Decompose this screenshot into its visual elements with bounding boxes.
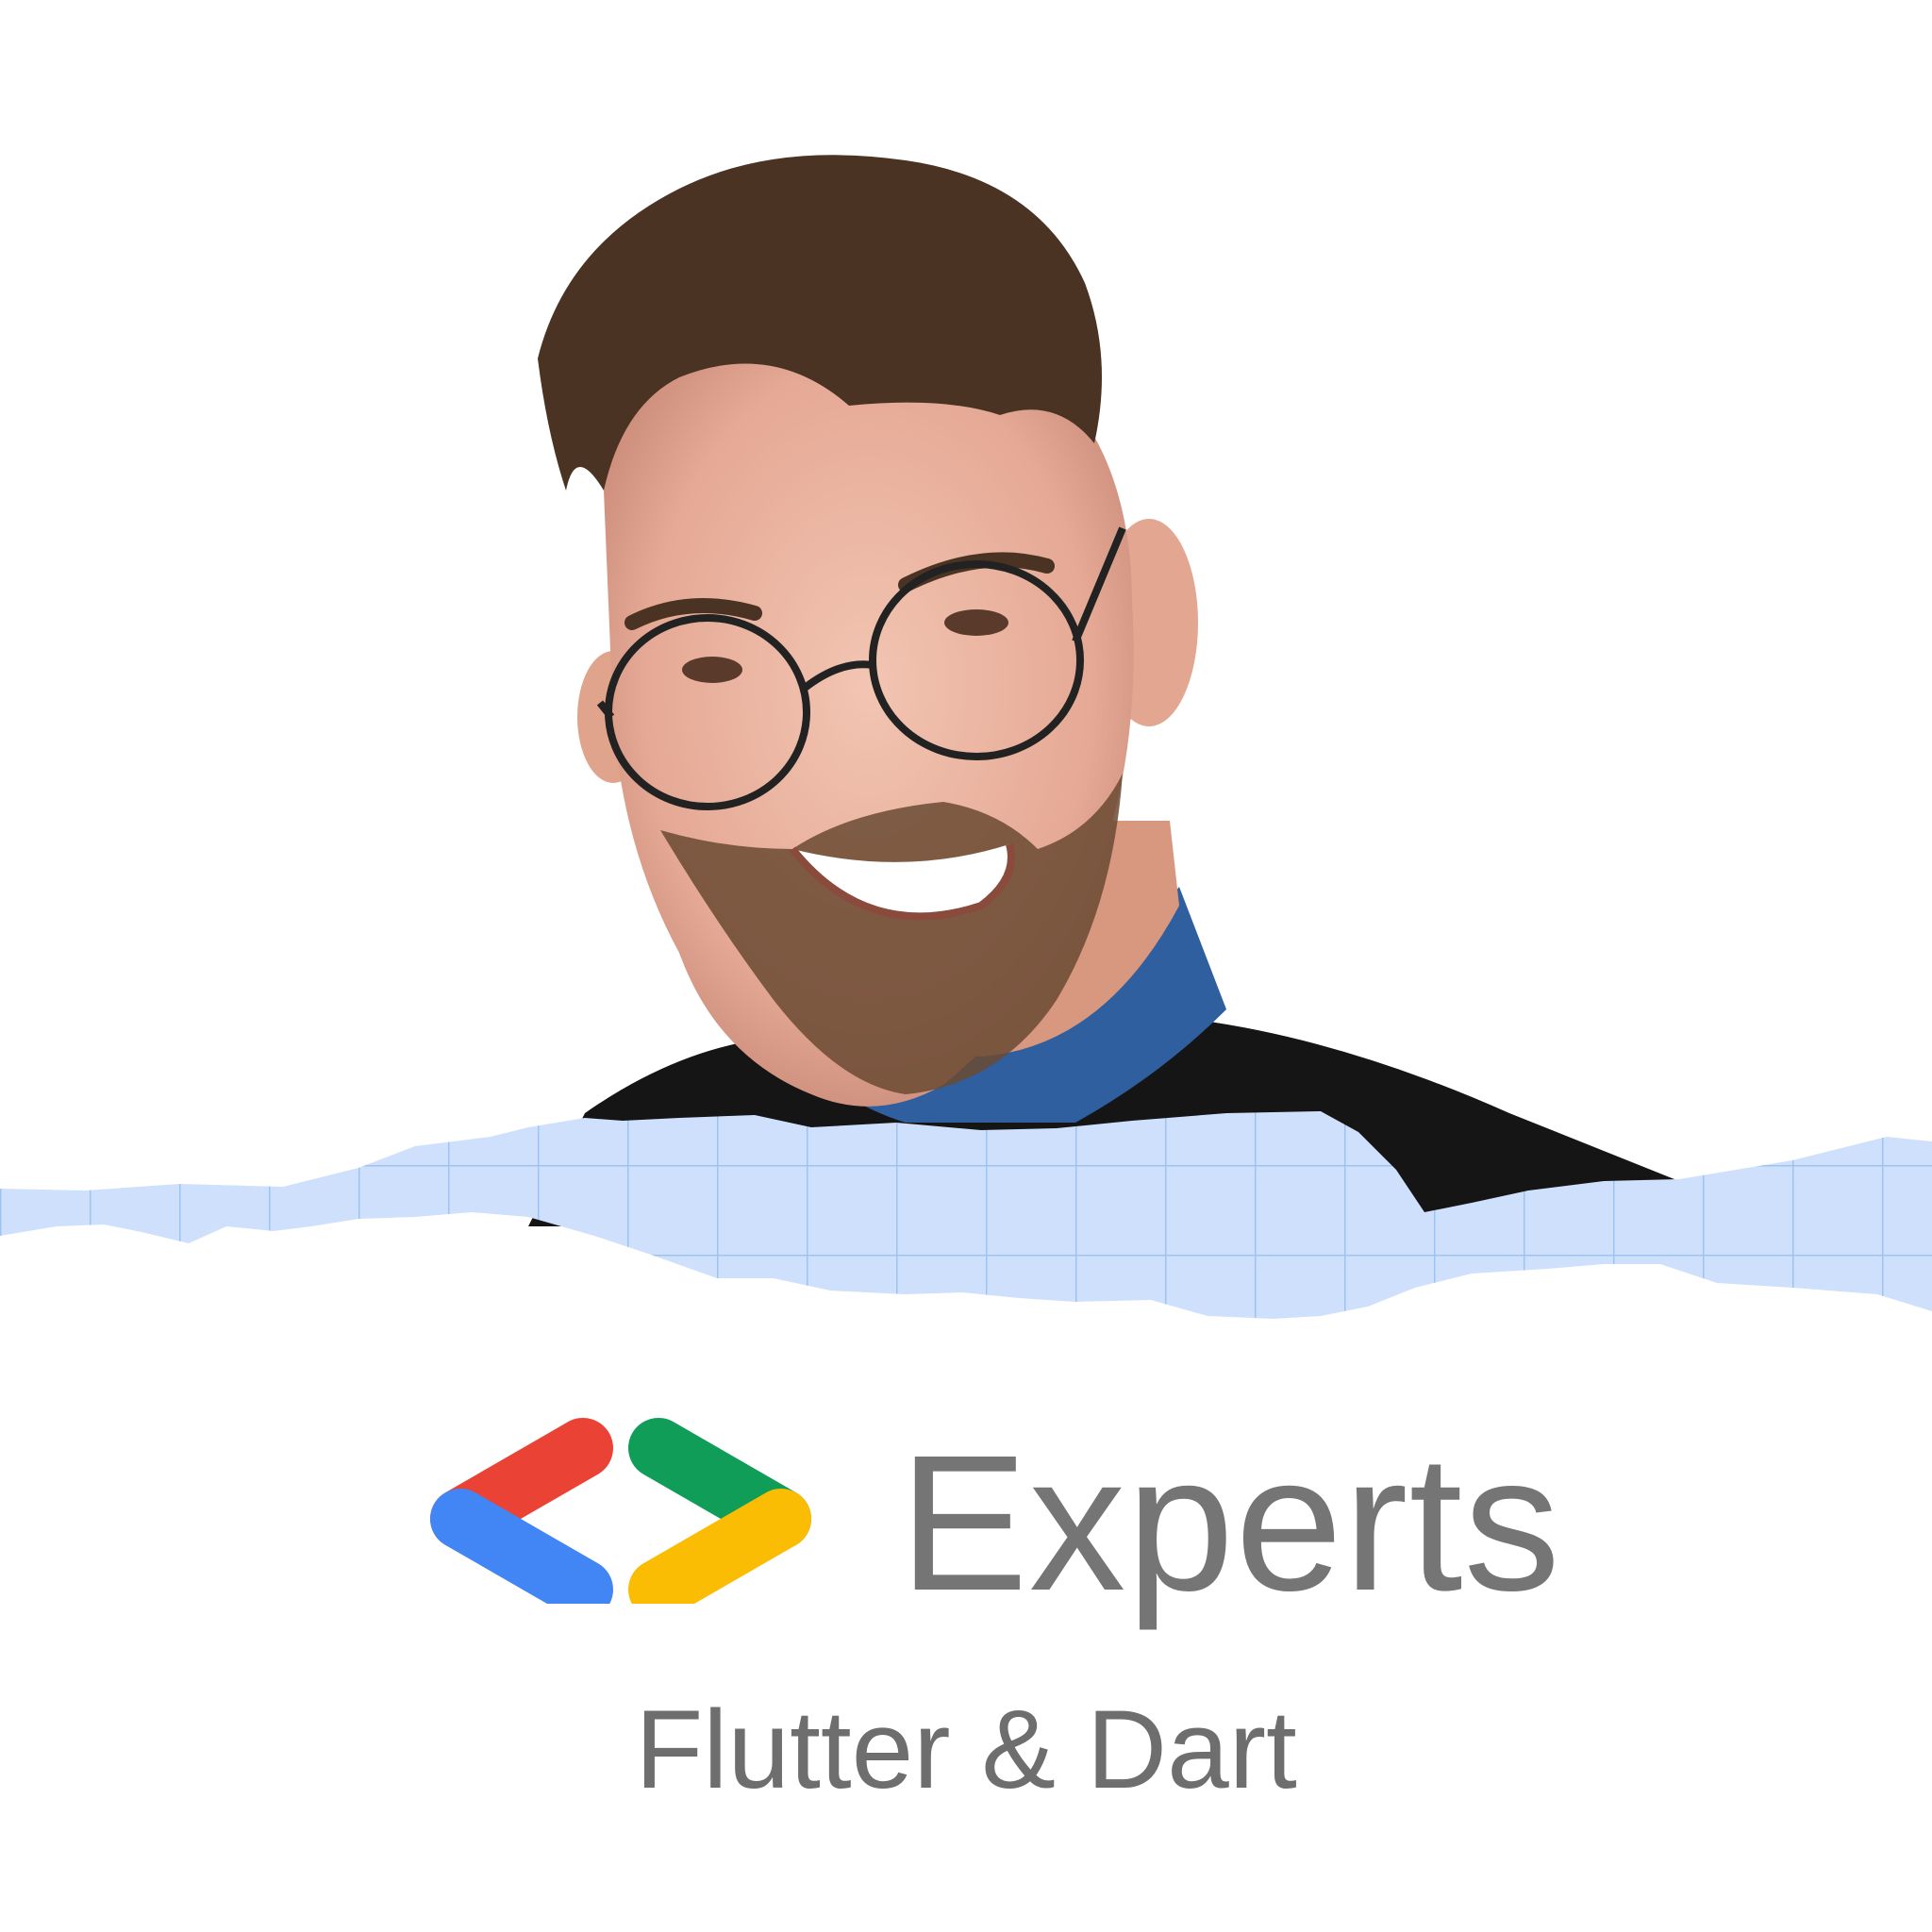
portrait-photo (0, 155, 1932, 1319)
developer-experts-logo-icon (430, 1418, 811, 1604)
specialty-label: Flutter & Dart (635, 1688, 1297, 1812)
experts-wordmark: Experts (899, 1415, 1561, 1631)
profile-card: Experts Flutter & Dart (0, 0, 1932, 1932)
torn-paper-band (0, 1111, 1932, 1319)
